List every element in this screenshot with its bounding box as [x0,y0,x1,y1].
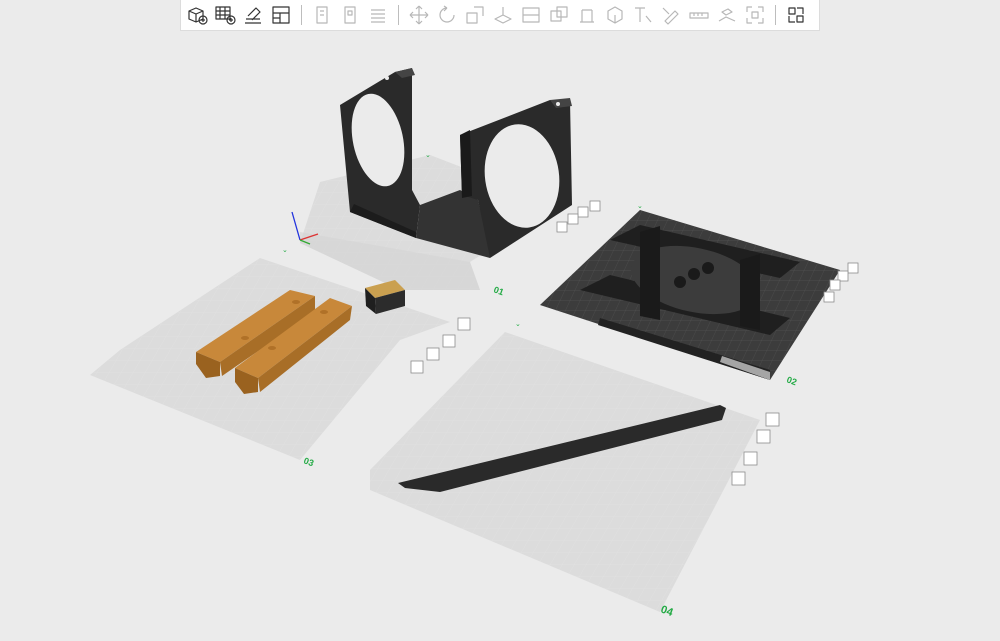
plate-close-icon[interactable] [457,317,471,331]
plate-settings-icon[interactable] [442,334,456,348]
plate-lock-icon[interactable] [567,213,579,225]
plate-lock-icon[interactable] [426,347,440,361]
z-axis [291,211,301,241]
plate-number-label: 01 [492,284,505,297]
plate-01[interactable]: 01 ⌄ [291,68,601,297]
plate-number-label: 03 [302,455,315,468]
plate-close-icon[interactable] [765,412,780,427]
plate-settings-icon[interactable] [577,206,589,218]
plate-lock-icon[interactable] [743,451,758,466]
plate-close-icon[interactable] [847,262,859,274]
plate-handle-icon: ⌄ [282,247,288,254]
plate-arrange-icon[interactable] [823,291,835,303]
plate-number-label: 02 [785,374,798,387]
3d-scene[interactable]: 01 ⌄ 02 ⌄ 03 ⌄ 04 ⌄ [0,0,1000,641]
plate-arrange-icon[interactable] [410,360,424,374]
plate-handle-icon: ⌄ [425,152,431,159]
plate-02[interactable]: 02 ⌄ [540,203,859,387]
plate-04[interactable]: 04 ⌄ [370,321,780,620]
plate-number-label: 04 [659,604,675,620]
plate-arrange-icon[interactable] [556,221,568,233]
plate-close-icon[interactable] [589,200,601,212]
plate-arrange-icon[interactable] [731,471,746,486]
plate-settings-icon[interactable] [756,429,771,444]
plate-handle-icon: ⌄ [515,321,521,328]
plate-lock-icon[interactable] [829,279,841,291]
plate-handle-icon: ⌄ [637,203,643,210]
plate-settings-icon[interactable] [837,270,849,282]
